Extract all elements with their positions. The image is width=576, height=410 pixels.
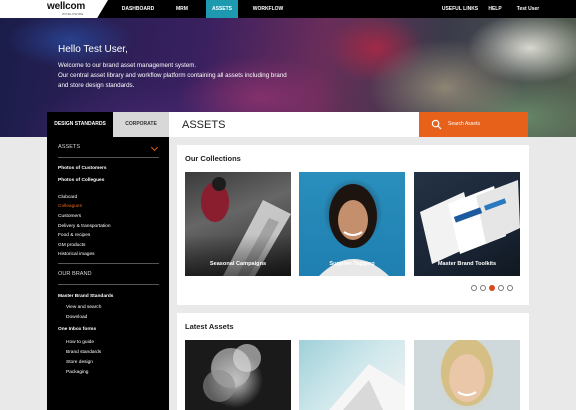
- sidebar-brand-sublink[interactable]: Brand standards: [66, 350, 101, 355]
- logo-text: wellcom: [47, 1, 86, 12]
- sidebar-brand-sublink[interactable]: Store design: [66, 360, 93, 365]
- collection-card-seasonal-campaigns[interactable]: Seasonal Campaigns: [185, 172, 291, 276]
- sidebar-category-link[interactable]: Historical images: [58, 252, 95, 257]
- divider: [58, 284, 159, 285]
- asset-image: [441, 340, 493, 406]
- divider: [58, 157, 159, 158]
- pager-dot-active[interactable]: [489, 285, 495, 291]
- card-label: Supplier Tagging: [329, 261, 375, 267]
- hero-description-line: and store design standards.: [58, 82, 135, 89]
- latest-assets-title: Latest Assets: [185, 322, 234, 331]
- nav-help[interactable]: HELP: [484, 0, 506, 18]
- sidebar-assets-heading[interactable]: ASSETS: [58, 144, 80, 150]
- sidebar-brand-sublink[interactable]: Download: [66, 315, 87, 320]
- logo[interactable]: wellcom WORLDWIDE: [0, 0, 108, 18]
- sidebar-brand-link[interactable]: Master Brand Standards: [58, 294, 113, 299]
- tab-corporate[interactable]: CORPORATE: [113, 112, 169, 137]
- nav-workflow[interactable]: WORKFLOW: [248, 0, 288, 18]
- divider: [58, 263, 159, 264]
- asset-image: [329, 364, 405, 410]
- sidebar-category-link[interactable]: Customers: [58, 214, 81, 219]
- sidebar-brand-sublink[interactable]: How to guide: [66, 340, 94, 345]
- logo-subtext: WORLDWIDE: [62, 12, 84, 16]
- sidebar-category-link[interactable]: Delivery & transportation: [58, 224, 111, 229]
- pager-dot[interactable]: [480, 285, 486, 291]
- sidebar-brand-sublink[interactable]: Packaging: [66, 370, 88, 375]
- search-button-label: Search Assets: [448, 121, 480, 127]
- card-label: Seasonal Campaigns: [209, 261, 267, 267]
- hero-description-line: Our central asset library and workflow p…: [58, 72, 287, 79]
- pager-dot[interactable]: [471, 285, 477, 291]
- sidebar-tabs: DESIGN STANDARDS CORPORATE: [47, 112, 169, 137]
- sidebar-brand-link[interactable]: One Inbox forms: [58, 327, 96, 332]
- top-navigation: wellcom WORLDWIDE DASHBOARD MRM ASSETS W…: [0, 0, 576, 18]
- latest-asset-thumbnail[interactable]: [414, 340, 520, 410]
- collections-title: Our Collections: [185, 154, 241, 163]
- nav-assets[interactable]: ASSETS: [206, 0, 238, 18]
- nav-useful-links[interactable]: USEFUL LINKS: [440, 0, 480, 18]
- search-button[interactable]: Search Assets: [419, 112, 528, 137]
- hero-welcome-line: Welcome to our brand asset management sy…: [58, 62, 197, 69]
- asset-image: [203, 344, 261, 402]
- sidebar-category-link[interactable]: Food & recipes: [58, 233, 90, 238]
- latest-asset-thumbnail[interactable]: [299, 340, 405, 410]
- page: wellcom WORLDWIDE DASHBOARD MRM ASSETS W…: [0, 0, 576, 410]
- collection-card-supplier-tagging[interactable]: Supplier Tagging: [299, 172, 405, 276]
- sidebar-brand-heading[interactable]: OUR BRAND: [58, 271, 92, 277]
- nav-mrm[interactable]: MRM: [166, 0, 198, 18]
- sidebar-link[interactable]: Photos of Collegues: [58, 178, 104, 183]
- pager-dot[interactable]: [498, 285, 504, 291]
- sidebar-link[interactable]: Photos of Customers: [58, 166, 107, 171]
- pager-dot[interactable]: [507, 285, 513, 291]
- hero-greeting: Hello Test User,: [58, 44, 128, 55]
- latest-asset-thumbnail[interactable]: [185, 340, 291, 410]
- search-icon: [431, 119, 442, 130]
- card-label: Master Brand Toolkits: [437, 261, 497, 267]
- tab-design-standards[interactable]: DESIGN STANDARDS: [47, 112, 113, 137]
- collection-card-master-brand-toolkits[interactable]: Master Brand Toolkits: [414, 172, 520, 276]
- nav-dashboard[interactable]: DASHBOARD: [116, 0, 160, 18]
- sidebar-brand-sublink[interactable]: View and search: [66, 305, 101, 310]
- carousel-pager: [471, 285, 516, 292]
- nav-user-menu[interactable]: Test User: [512, 0, 544, 18]
- search-input[interactable]: [182, 116, 422, 133]
- sidebar-category-link[interactable]: Clubcard: [58, 195, 77, 200]
- sidebar-category-link[interactable]: GM products: [58, 243, 85, 248]
- sidebar-category-link-active[interactable]: Colleagues: [58, 204, 82, 209]
